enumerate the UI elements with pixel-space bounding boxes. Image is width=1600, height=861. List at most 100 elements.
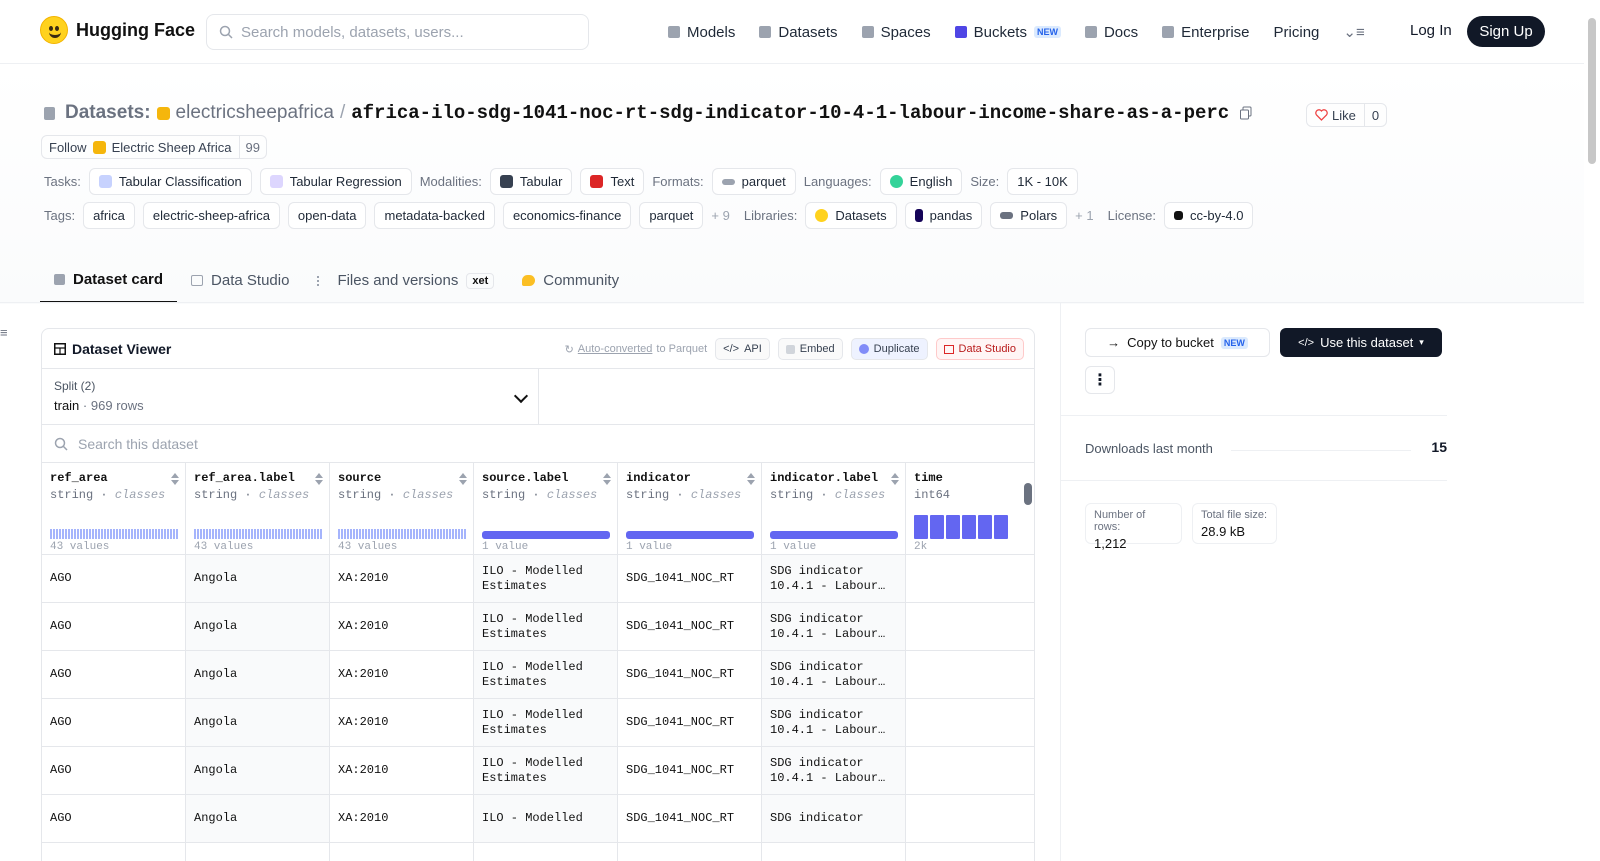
tags-more-link[interactable]: + 9 — [711, 208, 729, 223]
table-cell[interactable]: ILO - Modelled Estimates — [474, 603, 617, 651]
table-cell[interactable]: XA:2010 — [330, 651, 473, 699]
embed-button[interactable]: Embed — [777, 338, 843, 360]
column-value-bar[interactable] — [626, 531, 754, 539]
global-search-input[interactable]: Search models, datasets, users... — [206, 14, 589, 50]
nav-enterprise[interactable]: Enterprise — [1162, 18, 1250, 46]
table-cell[interactable] — [906, 555, 1034, 603]
language-chip-english[interactable]: English — [879, 168, 963, 195]
tag-chip[interactable]: metadata-backed — [374, 202, 495, 229]
table-cell[interactable]: SDG indicator — [762, 795, 905, 843]
column-header[interactable]: indicator.label string · classes 1 value — [762, 463, 905, 555]
copy-icon[interactable] — [1239, 106, 1253, 120]
table-cell[interactable]: SDG_1041_NOC_RT — [618, 603, 761, 651]
tab-community[interactable]: Community — [508, 258, 633, 303]
table-cell[interactable] — [906, 603, 1034, 651]
column-histogram[interactable] — [50, 529, 178, 539]
table-cell[interactable]: XA:2010 — [330, 699, 473, 747]
table-cell[interactable]: SDG indicator 10.4.1 - Labour… — [762, 747, 905, 795]
column-header[interactable]: ref_area.label string · classes 43 values — [186, 463, 329, 555]
sort-icon[interactable] — [459, 473, 467, 485]
tag-chip[interactable]: economics-finance — [502, 202, 632, 229]
like-button[interactable]: Like 0 — [1306, 103, 1388, 127]
nav-spaces[interactable]: Spaces — [861, 18, 931, 46]
table-cell[interactable]: Angola — [186, 747, 329, 795]
modality-chip-text[interactable]: Text — [580, 168, 645, 195]
sort-icon[interactable] — [315, 473, 323, 485]
tab-dataset-card[interactable]: Dataset card — [40, 258, 178, 303]
repo-name[interactable]: africa-ilo-sdg-1041-noc-rt-sdg-indicator… — [351, 102, 1229, 124]
sort-icon[interactable] — [891, 473, 899, 485]
repo-owner-link[interactable]: electricsheepafrica — [176, 102, 334, 124]
table-cell[interactable]: SDG_1041_NOC_RT — [618, 795, 761, 843]
sort-icon[interactable] — [171, 473, 179, 485]
table-cell[interactable] — [906, 747, 1034, 795]
copy-to-bucket-button[interactable]: → Copy to bucket NEW — [1085, 328, 1270, 357]
scrollbar-thumb[interactable] — [1588, 18, 1596, 164]
library-chip-pandas[interactable]: pandas — [904, 202, 983, 229]
table-cell[interactable]: AGO — [42, 603, 185, 651]
api-button[interactable]: </> API — [715, 338, 770, 360]
nav-models[interactable]: Models — [668, 18, 735, 46]
tab-data-studio[interactable]: Data Studio — [177, 258, 303, 303]
nav-pricing[interactable]: Pricing — [1274, 18, 1320, 46]
login-link[interactable]: Log In — [1410, 22, 1452, 39]
tag-chip[interactable]: africa — [83, 202, 135, 229]
table-cell[interactable]: XA:2010 — [330, 555, 473, 603]
duplicate-button[interactable]: Duplicate — [850, 338, 928, 360]
table-cell[interactable]: XA:2010 — [330, 747, 473, 795]
table-cell[interactable]: AGO — [42, 651, 185, 699]
column-value-bar[interactable] — [770, 531, 898, 539]
table-cell[interactable]: SDG_1041_NOC_RT — [618, 555, 761, 603]
table-cell[interactable]: Angola — [186, 699, 329, 747]
column-value-bar[interactable] — [482, 531, 610, 539]
sort-icon[interactable] — [747, 473, 755, 485]
sidebar-toggle-icon[interactable]: ≡ — [0, 325, 8, 340]
table-cell[interactable]: ILO - Modelled — [474, 795, 617, 843]
tab-files-and-versions[interactable]: Files and versions xet — [303, 258, 508, 303]
brand-logo[interactable]: Hugging Face — [40, 16, 195, 44]
format-chip-parquet[interactable]: parquet — [711, 168, 796, 195]
table-cell[interactable]: SDG indicator 10.4.1 - Labour… — [762, 699, 905, 747]
auto-converted-link[interactable]: Auto-converted — [578, 343, 653, 355]
sort-icon[interactable] — [603, 473, 611, 485]
signup-button[interactable]: Sign Up — [1467, 16, 1545, 47]
nav-docs[interactable]: Docs — [1084, 18, 1138, 46]
column-header[interactable]: ref_area string · classes 43 values — [42, 463, 185, 555]
license-chip[interactable]: cc-by-4.0 — [1164, 202, 1254, 229]
scrollbar-thumb[interactable] — [1024, 483, 1032, 505]
use-this-dataset-button[interactable]: </> Use this dataset ▾ — [1280, 328, 1442, 357]
table-cell[interactable]: SDG_1041_NOC_RT — [618, 747, 761, 795]
nav-datasets[interactable]: Datasets — [759, 18, 838, 46]
column-header[interactable]: indicator string · classes 1 value — [618, 463, 761, 555]
modality-chip-tabular[interactable]: Tabular — [489, 168, 573, 195]
data-studio-button[interactable]: Data Studio — [935, 338, 1024, 360]
dataset-search-input[interactable]: Search this dataset — [42, 425, 1034, 463]
table-cell[interactable]: SDG indicator 10.4.1 - Labour… — [762, 603, 905, 651]
table-cell[interactable]: XA:2010 — [330, 795, 473, 843]
table-cell[interactable] — [906, 795, 1034, 843]
tag-chip[interactable]: parquet — [639, 202, 704, 229]
library-chip-polars[interactable]: Polars — [990, 202, 1068, 229]
table-cell[interactable]: ILO - Modelled Estimates — [474, 555, 617, 603]
task-chip-tabular-classification[interactable]: Tabular Classification — [88, 168, 252, 195]
table-cell[interactable]: AGO — [42, 555, 185, 603]
tag-chip[interactable]: electric-sheep-africa — [142, 202, 280, 229]
column-header[interactable]: source string · classes 43 values — [330, 463, 473, 555]
table-cell[interactable]: ILO - Modelled Estimates — [474, 651, 617, 699]
table-cell[interactable] — [906, 699, 1034, 747]
table-cell[interactable]: SDG indicator 10.4.1 - Labour… — [762, 555, 905, 603]
column-histogram[interactable] — [338, 529, 466, 539]
libraries-more-link[interactable]: + 1 — [1075, 208, 1093, 223]
split-selector[interactable]: Split (2) train · 969 rows — [42, 369, 539, 425]
column-header[interactable]: time int64 2k — [906, 463, 1034, 555]
table-cell[interactable]: Angola — [186, 651, 329, 699]
table-cell[interactable]: Angola — [186, 555, 329, 603]
table-cell[interactable]: Angola — [186, 603, 329, 651]
table-vertical-scrollbar[interactable] — [1024, 463, 1032, 823]
table-cell[interactable]: AGO — [42, 747, 185, 795]
tag-chip[interactable]: open-data — [287, 202, 367, 229]
table-cell[interactable]: ILO - Modelled Estimates — [474, 699, 617, 747]
table-cell[interactable]: SDG_1041_NOC_RT — [618, 699, 761, 747]
table-cell[interactable]: Angola — [186, 795, 329, 843]
task-chip-tabular-regression[interactable]: Tabular Regression — [259, 168, 412, 195]
